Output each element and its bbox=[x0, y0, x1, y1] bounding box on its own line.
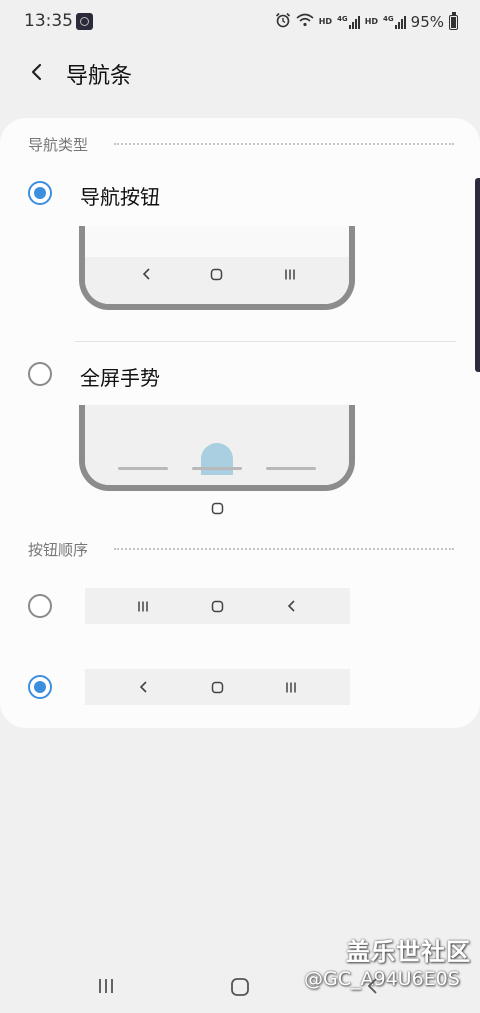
gesture-hint-left bbox=[118, 467, 168, 470]
back-arrow-icon[interactable] bbox=[28, 63, 46, 81]
order-preview-back-home-recents[interactable] bbox=[85, 669, 350, 705]
alarm-icon bbox=[275, 12, 291, 32]
wifi-icon bbox=[296, 13, 314, 31]
network-label: 4G bbox=[383, 14, 394, 23]
option-label-full-screen-gestures[interactable]: 全屏手势 bbox=[80, 362, 160, 391]
home-icon bbox=[211, 681, 224, 694]
section-divider bbox=[114, 548, 454, 550]
scroll-indicator[interactable] bbox=[475, 178, 480, 372]
signal-icon: 4G bbox=[337, 14, 360, 29]
recents-icon bbox=[285, 681, 297, 694]
back-icon bbox=[286, 599, 298, 613]
order-preview-recents-home-back[interactable] bbox=[85, 588, 350, 624]
gesture-handle bbox=[201, 443, 233, 475]
radio-order-recents-home-back[interactable] bbox=[28, 594, 52, 618]
notification-icon bbox=[76, 13, 93, 30]
recents-icon[interactable] bbox=[97, 977, 115, 995]
section-divider bbox=[114, 143, 454, 145]
section-title-nav-type: 导航类型 bbox=[28, 136, 89, 154]
status-bar: 13:35 HD 4G HD 4G 95% bbox=[0, 0, 480, 44]
option-label-nav-buttons[interactable]: 导航按钮 bbox=[80, 181, 160, 210]
network-label: 4G bbox=[337, 14, 348, 23]
gesture-hint-center bbox=[192, 467, 242, 470]
hd-label: HD bbox=[364, 17, 379, 26]
back-icon bbox=[141, 267, 153, 281]
home-icon bbox=[211, 600, 224, 613]
gestures-preview[interactable] bbox=[79, 405, 355, 491]
gesture-hint-right bbox=[266, 467, 316, 470]
hd-label: HD bbox=[318, 17, 333, 26]
option-divider bbox=[75, 341, 456, 342]
radio-nav-buttons[interactable] bbox=[28, 181, 52, 205]
home-icon bbox=[210, 268, 223, 281]
system-nav-bar bbox=[0, 960, 480, 1013]
page-title: 导航条 bbox=[66, 64, 133, 89]
signal-icon: 4G bbox=[383, 14, 406, 29]
radio-order-back-home-recents[interactable] bbox=[28, 675, 52, 699]
battery-icon bbox=[449, 11, 458, 30]
home-icon[interactable] bbox=[230, 977, 250, 997]
recents-icon bbox=[137, 600, 149, 613]
radio-full-screen-gestures[interactable] bbox=[28, 362, 52, 386]
recents-icon bbox=[284, 268, 296, 281]
home-icon bbox=[211, 502, 224, 515]
settings-card: 导航类型 导航按钮 全屏手势 按钮顺序 bbox=[0, 118, 480, 728]
back-icon bbox=[138, 680, 150, 694]
status-time: 13:35 bbox=[24, 11, 73, 31]
back-icon[interactable] bbox=[366, 977, 380, 995]
section-title-button-order: 按钮顺序 bbox=[28, 541, 89, 559]
header: 导航条 bbox=[0, 44, 480, 100]
battery-text: 95% bbox=[410, 13, 444, 31]
nav-buttons-preview[interactable] bbox=[79, 226, 355, 310]
status-icons: HD 4G HD 4G 95% bbox=[275, 11, 458, 32]
